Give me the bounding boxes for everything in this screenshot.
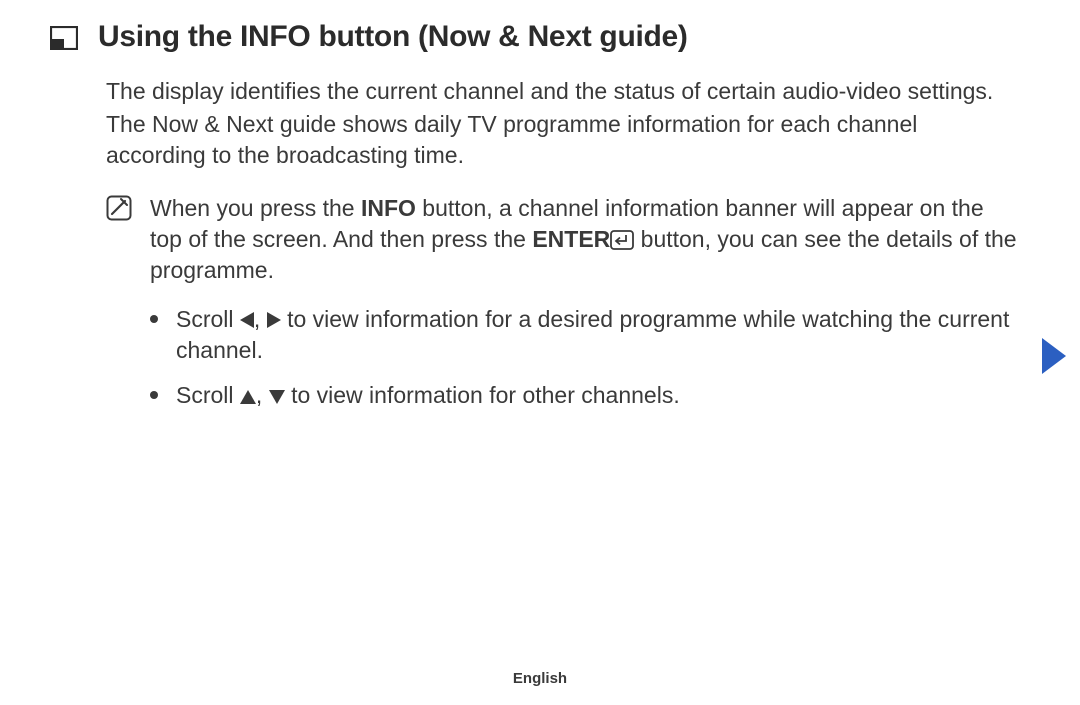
comma: , <box>254 306 267 332</box>
intro-p2: The Now & Next guide shows daily TV prog… <box>106 109 1020 171</box>
note-text: When you press the INFO button, a channe… <box>150 193 1020 286</box>
b2-mid: to view information for other channels. <box>285 382 680 408</box>
note-bold-enter: ENTER <box>532 226 610 252</box>
bullet-item: Scroll , to view information for a desir… <box>150 304 1020 366</box>
bullet-text: Scroll , to view information for a desir… <box>176 304 1020 366</box>
b1-mid: to view information for a desired progra… <box>176 306 1009 363</box>
note-icon <box>106 195 132 221</box>
bookmark-icon <box>50 26 78 50</box>
enter-icon <box>610 227 634 247</box>
page-title: Using the INFO button (Now & Next guide) <box>98 20 688 54</box>
note-bold-info: INFO <box>361 195 416 221</box>
b2-pre: Scroll <box>176 382 240 408</box>
next-page-button[interactable] <box>1042 338 1066 374</box>
heading-row: Using the INFO button (Now & Next guide) <box>50 20 1020 54</box>
intro-p1: The display identifies the current chann… <box>106 76 1020 107</box>
footer-language: English <box>0 670 1080 687</box>
note-block: When you press the INFO button, a channe… <box>106 193 1020 286</box>
arrow-left-icon <box>240 312 254 328</box>
bullet-text: Scroll , to view information for other c… <box>176 380 1020 411</box>
b1-pre: Scroll <box>176 306 240 332</box>
bullet-item: Scroll , to view information for other c… <box>150 380 1020 411</box>
arrow-right-icon <box>267 312 281 328</box>
bullet-list: Scroll , to view information for a desir… <box>150 304 1020 411</box>
arrow-up-icon <box>240 390 256 404</box>
intro-block: The display identifies the current chann… <box>106 76 1020 171</box>
comma: , <box>256 382 269 408</box>
arrow-down-icon <box>269 390 285 404</box>
bullet-dot-icon <box>150 315 158 323</box>
note-pre: When you press the <box>150 195 361 221</box>
bullet-dot-icon <box>150 391 158 399</box>
